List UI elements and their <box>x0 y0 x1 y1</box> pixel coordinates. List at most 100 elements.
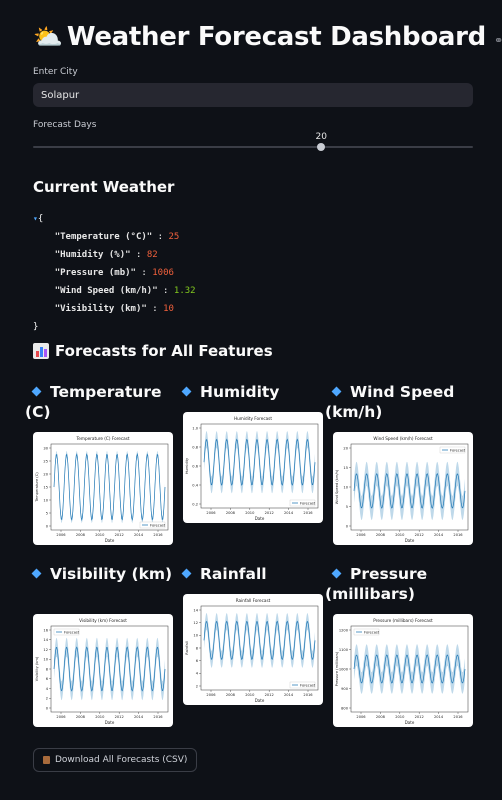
y-axis-label: Wind Speed (km/h) <box>335 469 339 504</box>
json-entry: "Temperature (°C)" : 25 <box>54 232 180 242</box>
json-value: 10 <box>163 304 174 314</box>
x-tick-label: 2006 <box>56 533 66 537</box>
forecast-card-heading: Visibility (km) <box>25 564 175 584</box>
json-key: "Pressure (mb)" <box>54 268 136 278</box>
diamond-icon <box>331 568 342 579</box>
x-tick-label: 2008 <box>226 693 236 697</box>
y-tick-label: 1200 <box>339 628 349 632</box>
y-tick-label: 5 <box>46 511 48 515</box>
legend-label: Forecast <box>300 501 316 505</box>
forecast-chart-svg: Temperature (C) Forecast 0 5 10 15 20 25 30 2006… <box>35 436 169 543</box>
x-tick-label: 2010 <box>95 715 105 719</box>
y-tick-label: 14 <box>193 608 198 612</box>
json-entry: "Humidity (%)" : 82 <box>54 250 158 260</box>
x-tick-label: 2008 <box>76 715 86 719</box>
y-tick-label: 30 <box>43 446 48 450</box>
json-value: 82 <box>146 250 158 260</box>
y-tick-label: 0 <box>46 706 49 710</box>
x-tick-label: 2014 <box>284 693 294 697</box>
x-tick-label: 2016 <box>453 715 463 719</box>
y-tick-label: 10 <box>343 485 348 489</box>
x-tick-label: 2006 <box>356 715 366 719</box>
forecast-chart-svg: Pressure (millibars) Forecast 800 900 1000 1… <box>335 618 469 725</box>
legend-label: Forecast <box>150 523 166 527</box>
json-value: 25 <box>168 232 180 242</box>
y-tick-label: 12 <box>43 648 48 652</box>
y-tick-label: 0 <box>346 524 349 528</box>
forecast-plot: Visibility (km) Forecast 0 2 4 6 8 10 12 14 16 200… <box>33 614 173 727</box>
plot-title: Temperature (C) Forecast <box>75 436 129 441</box>
json-close-brace: } <box>33 322 39 332</box>
current-weather-json: ▾{ "Temperature (°C)" : 25 "Humidity (%)… <box>33 210 196 336</box>
y-tick-label: 0.2 <box>192 502 198 506</box>
slider-value: 20 <box>315 132 327 142</box>
forecasts-heading: Forecasts for All Features <box>33 342 273 360</box>
diamond-icon <box>181 386 192 397</box>
page-title: Weather Forecast Dashboard <box>66 22 486 52</box>
x-tick-label: 2016 <box>153 533 163 537</box>
x-tick-label: 2008 <box>226 511 236 515</box>
x-tick-label: 2014 <box>134 715 144 719</box>
diamond-icon <box>31 568 42 579</box>
city-label: Enter City <box>33 67 78 77</box>
forecast-plot: Wind Speed (km/h) Forecast 0 5 10 15 20 2006 20… <box>333 432 473 545</box>
y-tick-label: 15 <box>343 466 348 470</box>
x-tick-label: 2010 <box>395 715 405 719</box>
legend-label: Forecast <box>364 630 380 634</box>
x-tick-label: 2006 <box>206 693 216 697</box>
y-tick-label: 0.6 <box>192 464 198 468</box>
x-tick-label: 2012 <box>115 715 124 719</box>
x-tick-label: 2008 <box>76 533 86 537</box>
x-axis-label: Date <box>105 538 115 543</box>
forecast-line <box>53 646 166 692</box>
y-tick-label: 4 <box>196 672 199 676</box>
clipboard-icon <box>43 756 50 764</box>
json-entry: "Pressure (mb)" : 1006 <box>54 268 174 278</box>
json-entry: "Wind Speed (km/h)" : 1.32 <box>54 286 196 296</box>
forecast-plot: Temperature (C) Forecast 0 5 10 15 20 25 30 2006… <box>33 432 173 545</box>
forecast-plot: Humidity Forecast 0.2 0.4 0.6 0.8 1.0 2006 2008… <box>183 412 323 523</box>
x-tick-label: 2014 <box>434 533 444 537</box>
forecast-days-label: Forecast Days <box>33 120 97 130</box>
forecast-card-label: Humidity <box>200 383 280 401</box>
json-value: 1.32 <box>173 286 196 296</box>
legend-label: Forecast <box>300 683 316 687</box>
bar-chart-icon <box>33 343 49 359</box>
diamond-icon <box>181 568 192 579</box>
x-tick-label: 2010 <box>395 533 405 537</box>
x-tick-label: 2010 <box>95 533 105 537</box>
cloud-sun-icon: ⛅ <box>33 23 63 51</box>
y-axis-label: Humidity <box>185 457 189 474</box>
x-tick-label: 2008 <box>376 533 386 537</box>
y-tick-label: 0 <box>46 524 49 528</box>
plot-title: Pressure (millibars) Forecast <box>373 618 433 623</box>
y-tick-label: 1.0 <box>192 426 198 430</box>
download-csv-label: Download All Forecasts (CSV) <box>55 755 188 765</box>
x-tick-label: 2010 <box>245 693 255 697</box>
y-axis-label: Pressure (millibars) <box>335 651 339 686</box>
json-open-brace: { <box>37 214 44 224</box>
x-axis-label: Date <box>405 538 415 543</box>
x-tick-label: 2012 <box>265 511 274 515</box>
city-input[interactable] <box>33 83 473 107</box>
y-tick-label: 8 <box>196 646 199 650</box>
link-icon[interactable]: ⚭ <box>494 34 502 47</box>
forecast-days-slider-track[interactable] <box>33 146 473 148</box>
x-tick-label: 2014 <box>134 533 144 537</box>
x-axis-label: Date <box>105 720 115 725</box>
forecast-chart-svg: Visibility (km) Forecast 0 2 4 6 8 10 12 14 16 200… <box>35 618 169 725</box>
x-tick-label: 2006 <box>56 715 66 719</box>
forecast-card-label: Temperature (C) <box>25 383 162 421</box>
y-tick-label: 1000 <box>339 667 349 671</box>
x-tick-label: 2016 <box>153 715 163 719</box>
y-tick-label: 15 <box>43 485 48 489</box>
plot-title: Visibility (km) Forecast <box>79 618 127 623</box>
y-tick-label: 0.4 <box>192 483 198 487</box>
forecast-card-label: Visibility (km) <box>50 565 173 583</box>
forecast-line <box>353 472 466 509</box>
forecast-chart-svg: Wind Speed (km/h) Forecast 0 5 10 15 20 2006 20… <box>335 436 469 543</box>
forecast-chart-svg: Humidity Forecast 0.2 0.4 0.6 0.8 1.0 2006 2008… <box>185 416 319 521</box>
json-key: "Temperature (°C)" <box>54 232 153 242</box>
download-csv-button[interactable]: Download All Forecasts (CSV) <box>33 748 198 772</box>
forecast-days-slider-thumb[interactable] <box>317 143 326 151</box>
